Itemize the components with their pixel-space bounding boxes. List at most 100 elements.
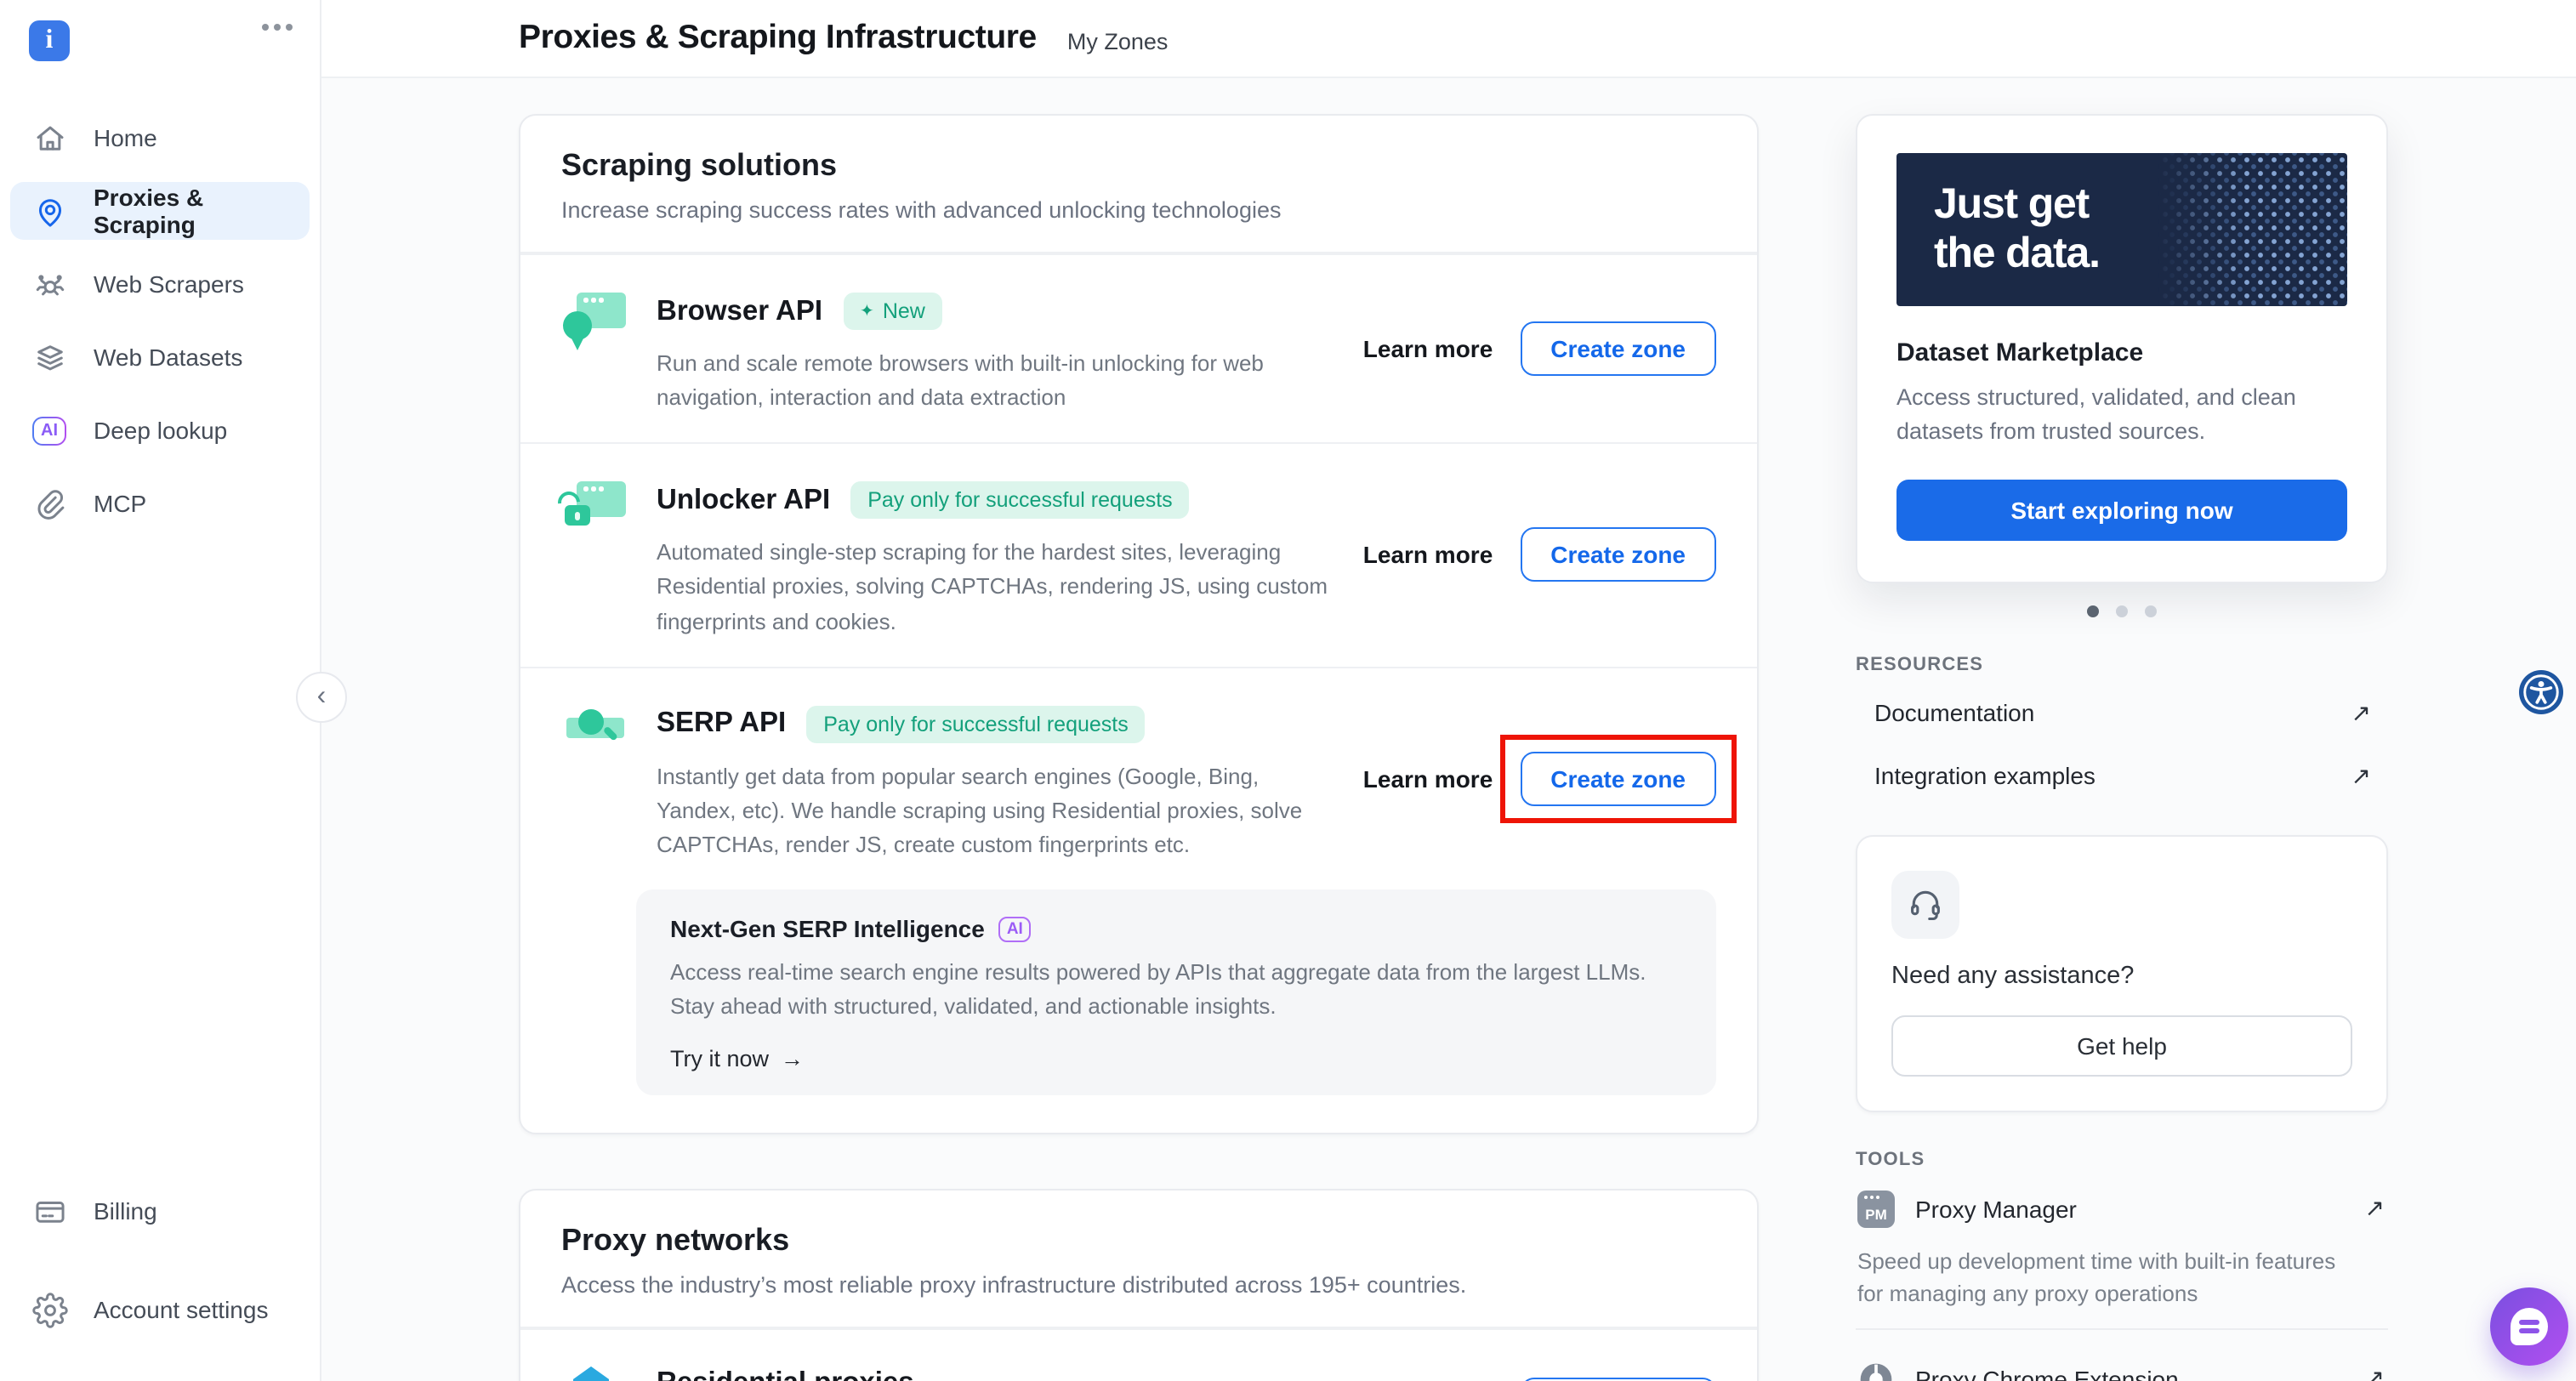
start-exploring-button[interactable]: Start exploring now [1896,479,2347,540]
page-subtitle[interactable]: My Zones [1067,29,1169,54]
sidebar-item-mcp[interactable]: MCP [10,475,310,532]
solution-description: Automated single-step scraping for the h… [657,537,1336,639]
external-link-icon: ↗ [2365,1364,2385,1381]
external-link-icon: ↗ [2351,698,2371,727]
sidebar-item-label: Web Datasets [94,344,242,371]
sidebar-item-label: Proxies & Scraping [94,184,289,238]
chat-widget-button[interactable] [2490,1287,2568,1366]
tools-label: TOOLS [1856,1149,2388,1169]
sidebar-item-label: Home [94,124,157,151]
layers-icon [31,338,68,376]
learn-more-link[interactable]: Learn more [1363,542,1493,569]
solution-title: SERP API [657,708,786,740]
solution-description: Instantly get data from popular search e… [657,759,1336,862]
try-it-now-link[interactable]: Try it now → [670,1047,1682,1072]
solution-title: Unlocker API [657,485,830,517]
sidebar-item-proxies-scraping[interactable]: Proxies & Scraping [10,182,310,240]
assistance-title: Need any assistance? [1891,962,2352,989]
tool-description: Speed up development time with built-in … [1857,1244,2361,1310]
accessibility-button[interactable] [2519,670,2563,714]
card-subtitle: Increase scraping success rates with adv… [561,197,1716,223]
solution-title: Browser API [657,295,822,327]
gear-icon [31,1291,68,1328]
scraping-solutions-card: Scraping solutions Increase scraping suc… [519,114,1759,1135]
sidebar-bottom-nav: Billing Account settings [10,1182,310,1338]
card-title: Scraping solutions [561,148,1716,184]
marketplace-description: Access structured, validated, and clean … [1896,381,2347,450]
sparkle-icon: ✦ [860,302,874,321]
pay-per-success-badge: Pay only for successful requests [850,482,1190,520]
resource-link-integration-examples[interactable]: Integration examples ↗ [1856,744,2388,807]
sidebar-nav: Home Proxies & Scraping Web Scrapers Web… [10,109,310,548]
proxy-networks-card: Proxy networks Access the industry’s mos… [519,1190,1759,1381]
just-get-the-data-banner: Just get the data. [1896,153,2347,306]
serp-api-icon [561,702,629,770]
chat-bubble-icon [2511,1308,2548,1345]
sidebar-item-label: Web Scrapers [94,270,244,298]
create-zone-button-browser-api[interactable]: Create zone [1520,321,1716,376]
ai-badge-icon: AI [998,916,1032,941]
sidebar-item-billing[interactable]: Billing [10,1182,310,1240]
tool-proxy-manager[interactable]: PM Proxy Manager ↗ [1856,1176,2388,1241]
sidebar-item-label: MCP [94,490,146,517]
page-title: Proxies & Scraping Infrastructure [519,19,1037,58]
get-help-button[interactable]: Get help [1891,1014,2352,1076]
sidebar-item-account-settings[interactable]: Account settings [10,1281,310,1338]
tool-proxy-chrome-extension[interactable]: Proxy Chrome Extension ↗ [1856,1346,2388,1381]
arrow-right-icon: → [781,1047,804,1072]
dataset-marketplace-card: Just get the data. Dataset Marketplace A… [1856,114,2388,583]
app-root: i Home Proxies & Scraping Web Scrapers [0,0,2576,1381]
external-link-icon: ↗ [2351,761,2371,790]
network-title: Residential proxies [657,1368,914,1381]
learn-more-link[interactable]: Learn more [1363,335,1493,362]
resource-link-documentation[interactable]: Documentation ↗ [1856,681,2388,744]
sidebar-item-web-datasets[interactable]: Web Datasets [10,328,310,386]
resources-label: RESOURCES [1856,654,2388,674]
sidebar-item-label: Account settings [94,1296,268,1323]
residential-proxies-icon [561,1365,629,1381]
unlocker-api-icon [561,479,629,547]
create-zone-button-residential[interactable]: Create zone [1520,1378,1716,1381]
carousel-dot-3[interactable] [2145,605,2157,617]
sidebar-collapse-button[interactable]: ‹ [296,672,347,723]
home-icon [31,119,68,156]
accessibility-icon [2522,673,2560,711]
learn-more-link[interactable]: Learn more [1363,765,1493,793]
solution-row-unlocker-api: Unlocker API Pay only for successful req… [520,443,1757,667]
sidebar-item-label: Deep lookup [94,417,227,444]
annotation-highlight-box: Create zone [1499,735,1737,823]
network-row-residential-proxies: Residential proxies 150M+ ethical reside… [520,1329,1757,1381]
sidebar-item-label: Billing [94,1197,157,1225]
brand-logo-icon[interactable]: i [29,20,70,61]
sidebar-item-deep-lookup[interactable]: AI Deep lookup [10,401,310,459]
solution-row-serp-api: SERP API Pay only for successful request… [520,666,1757,1133]
card-title: Proxy networks [561,1224,1716,1259]
location-pin-icon [31,192,68,230]
sidebar-item-home[interactable]: Home [10,109,310,167]
carousel-dot-2[interactable] [2116,605,2128,617]
chevron-left-icon: ‹ [317,684,327,711]
assistance-card: Need any assistance? Get help [1856,834,2388,1111]
proxy-manager-icon: PM [1857,1190,1895,1227]
banner-line-2: the data. [1934,230,2100,280]
create-zone-button-unlocker-api[interactable]: Create zone [1520,528,1716,583]
carousel-dots [1856,605,2388,617]
new-badge: ✦ New [843,293,942,330]
carousel-dot-1[interactable] [2087,605,2099,617]
promo-title: Next-Gen SERP Intelligence [670,915,985,942]
browser-api-icon [561,289,629,357]
external-link-icon: ↗ [2365,1194,2385,1223]
marketplace-title: Dataset Marketplace [1896,338,2347,367]
divider [1856,1327,2388,1329]
sidebar-item-web-scrapers[interactable]: Web Scrapers [10,255,310,313]
solution-description: Run and scale remote browsers with built… [657,347,1336,416]
credit-card-icon [31,1192,68,1230]
sidebar-overflow-menu-icon[interactable] [262,24,293,31]
solution-row-browser-api: Browser API ✦ New Run and scale remote b… [520,253,1757,443]
banner-line-1: Just get [1934,179,2100,230]
create-zone-button-serp-api[interactable]: Create zone [1520,752,1716,806]
headset-icon [1891,870,1959,938]
ai-badge-icon: AI [31,412,68,449]
serp-intelligence-promo: Next-Gen SERP Intelligence AI Access rea… [636,889,1716,1096]
page-header: Proxies & Scraping Infrastructure My Zon… [321,0,2576,78]
